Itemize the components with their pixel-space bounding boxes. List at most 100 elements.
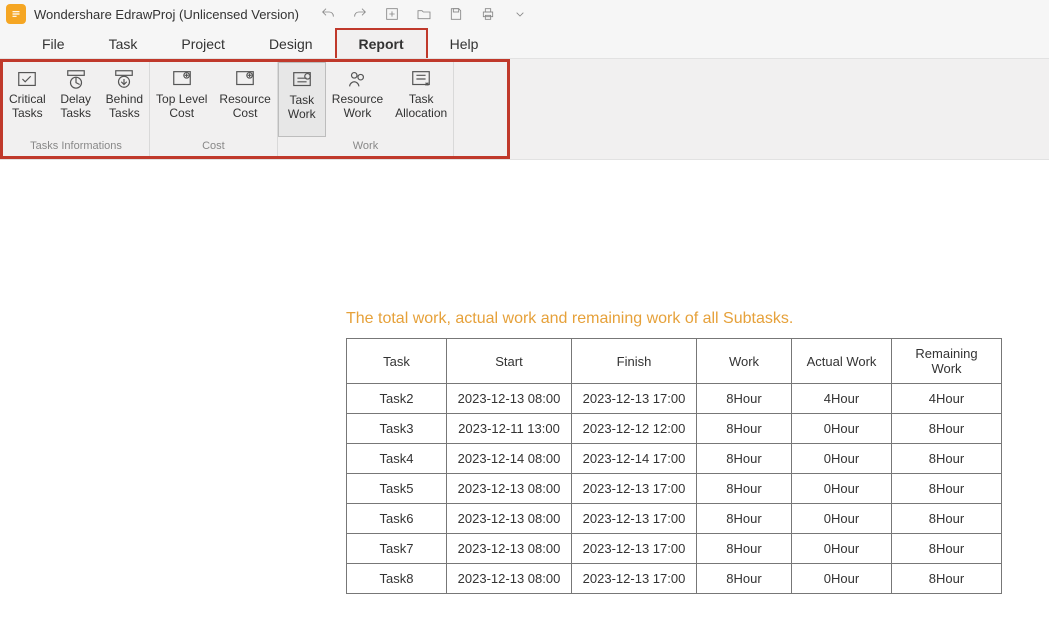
delay-tasks-button[interactable]: DelayTasks xyxy=(52,62,100,137)
more-icon[interactable] xyxy=(511,5,529,23)
cell-actual: 0Hour xyxy=(792,474,892,504)
table-row: Task42023-12-14 08:002023-12-14 17:008Ho… xyxy=(347,444,1002,474)
ribbon-btn-label: Allocation xyxy=(395,106,447,120)
cell-task: Task7 xyxy=(347,534,447,564)
resource-work-button[interactable]: ResourceWork xyxy=(326,62,389,137)
taskwork-icon xyxy=(291,69,313,91)
table-body: Task22023-12-13 08:002023-12-13 17:008Ho… xyxy=(347,384,1002,594)
cell-finish: 2023-12-13 17:00 xyxy=(572,504,697,534)
cell-start: 2023-12-14 08:00 xyxy=(447,444,572,474)
ribbon-btn-label: Delay xyxy=(60,92,91,106)
cell-start: 2023-12-13 08:00 xyxy=(447,384,572,414)
cell-start: 2023-12-13 08:00 xyxy=(447,564,572,594)
cell-task: Task4 xyxy=(347,444,447,474)
ribbon-group-label: Cost xyxy=(150,137,277,156)
menubar: FileTaskProjectDesignReportHelp xyxy=(0,28,1049,58)
task-allocation-button[interactable]: TaskAllocation xyxy=(389,62,453,137)
ribbon-btn-label: Task xyxy=(289,93,314,107)
column-header: Finish xyxy=(572,339,697,384)
table-row: Task52023-12-13 08:002023-12-13 17:008Ho… xyxy=(347,474,1002,504)
behind-tasks-button[interactable]: BehindTasks xyxy=(100,62,149,137)
ribbon-group-cost: Top LevelCostResourceCostCost xyxy=(150,62,278,156)
ribbon-btn-label: Tasks xyxy=(60,106,91,120)
table-row: Task62023-12-13 08:002023-12-13 17:008Ho… xyxy=(347,504,1002,534)
app-logo xyxy=(6,4,26,24)
report-table: TaskStartFinishWorkActual WorkRemaining … xyxy=(346,338,1002,594)
open-icon[interactable] xyxy=(415,5,433,23)
save-icon[interactable] xyxy=(447,5,465,23)
cell-finish: 2023-12-13 17:00 xyxy=(572,474,697,504)
cell-task: Task3 xyxy=(347,414,447,444)
cell-work: 8Hour xyxy=(697,474,792,504)
cell-task: Task6 xyxy=(347,504,447,534)
menu-task[interactable]: Task xyxy=(87,30,160,58)
resource-cost-button[interactable]: ResourceCost xyxy=(213,62,276,137)
delay-icon xyxy=(65,68,87,90)
menu-file[interactable]: File xyxy=(20,30,87,58)
ribbon-btn-label: Cost xyxy=(233,106,258,120)
cell-actual: 0Hour xyxy=(792,534,892,564)
menu-report[interactable]: Report xyxy=(335,28,428,58)
cell-task: Task2 xyxy=(347,384,447,414)
ribbon-group-work: TaskWorkResourceWorkTaskAllocationWork xyxy=(278,62,454,156)
ribbon-group-label: Work xyxy=(278,137,453,156)
cell-finish: 2023-12-12 12:00 xyxy=(572,414,697,444)
cell-actual: 0Hour xyxy=(792,414,892,444)
quick-access-toolbar xyxy=(319,5,529,23)
behind-icon xyxy=(113,68,135,90)
menu-project[interactable]: Project xyxy=(159,30,247,58)
cell-work: 8Hour xyxy=(697,384,792,414)
cell-task: Task5 xyxy=(347,474,447,504)
cell-actual: 0Hour xyxy=(792,444,892,474)
cell-remaining: 8Hour xyxy=(892,534,1002,564)
cell-work: 8Hour xyxy=(697,564,792,594)
cell-finish: 2023-12-13 17:00 xyxy=(572,534,697,564)
column-header: Actual Work xyxy=(792,339,892,384)
new-icon[interactable] xyxy=(383,5,401,23)
cell-actual: 4Hour xyxy=(792,384,892,414)
cell-start: 2023-12-13 08:00 xyxy=(447,504,572,534)
cell-actual: 0Hour xyxy=(792,504,892,534)
report-content: The total work, actual work and remainin… xyxy=(0,160,1049,594)
cell-remaining: 8Hour xyxy=(892,414,1002,444)
ribbon-report: CriticalTasksDelayTasksBehindTasksTasks … xyxy=(0,59,510,159)
report-title: The total work, actual work and remainin… xyxy=(346,310,1049,328)
cell-remaining: 8Hour xyxy=(892,564,1002,594)
cell-remaining: 8Hour xyxy=(892,444,1002,474)
table-row: Task22023-12-13 08:002023-12-13 17:008Ho… xyxy=(347,384,1002,414)
ribbon-btn-label: Top Level xyxy=(156,92,207,106)
menu-design[interactable]: Design xyxy=(247,30,335,58)
column-header: Task xyxy=(347,339,447,384)
cell-start: 2023-12-13 08:00 xyxy=(447,534,572,564)
column-header: Remaining Work xyxy=(892,339,1002,384)
cell-work: 8Hour xyxy=(697,444,792,474)
table-row: Task72023-12-13 08:002023-12-13 17:008Ho… xyxy=(347,534,1002,564)
critical-tasks-button[interactable]: CriticalTasks xyxy=(3,62,52,137)
ribbon-btn-label: Behind xyxy=(106,92,143,106)
cell-finish: 2023-12-13 17:00 xyxy=(572,384,697,414)
ribbon-btn-label: Task xyxy=(409,92,434,106)
cell-work: 8Hour xyxy=(697,534,792,564)
cell-work: 8Hour xyxy=(697,504,792,534)
cell-start: 2023-12-13 08:00 xyxy=(447,474,572,504)
menu-help[interactable]: Help xyxy=(428,30,501,58)
cell-finish: 2023-12-13 17:00 xyxy=(572,564,697,594)
ribbon-btn-label: Resource xyxy=(332,92,383,106)
undo-icon[interactable] xyxy=(319,5,337,23)
top-level-cost-button[interactable]: Top LevelCost xyxy=(150,62,213,137)
redo-icon[interactable] xyxy=(351,5,369,23)
alloc-icon xyxy=(410,68,432,90)
table-row: Task32023-12-11 13:002023-12-12 12:00 8Ho… xyxy=(347,414,1002,444)
ribbon-group-tasks-informations: CriticalTasksDelayTasksBehindTasksTasks … xyxy=(3,62,150,156)
cell-task: Task8 xyxy=(347,564,447,594)
table-header-row: TaskStartFinishWorkActual WorkRemaining … xyxy=(347,339,1002,384)
cell-remaining: 8Hour xyxy=(892,474,1002,504)
print-icon[interactable] xyxy=(479,5,497,23)
cell-actual: 0Hour xyxy=(792,564,892,594)
task-work-button[interactable]: TaskWork xyxy=(278,62,326,137)
ribbon-btn-label: Tasks xyxy=(109,106,140,120)
column-header: Start xyxy=(447,339,572,384)
critical-icon xyxy=(16,68,38,90)
cell-start: 2023-12-11 13:00 xyxy=(447,414,572,444)
reswork-icon xyxy=(346,68,368,90)
